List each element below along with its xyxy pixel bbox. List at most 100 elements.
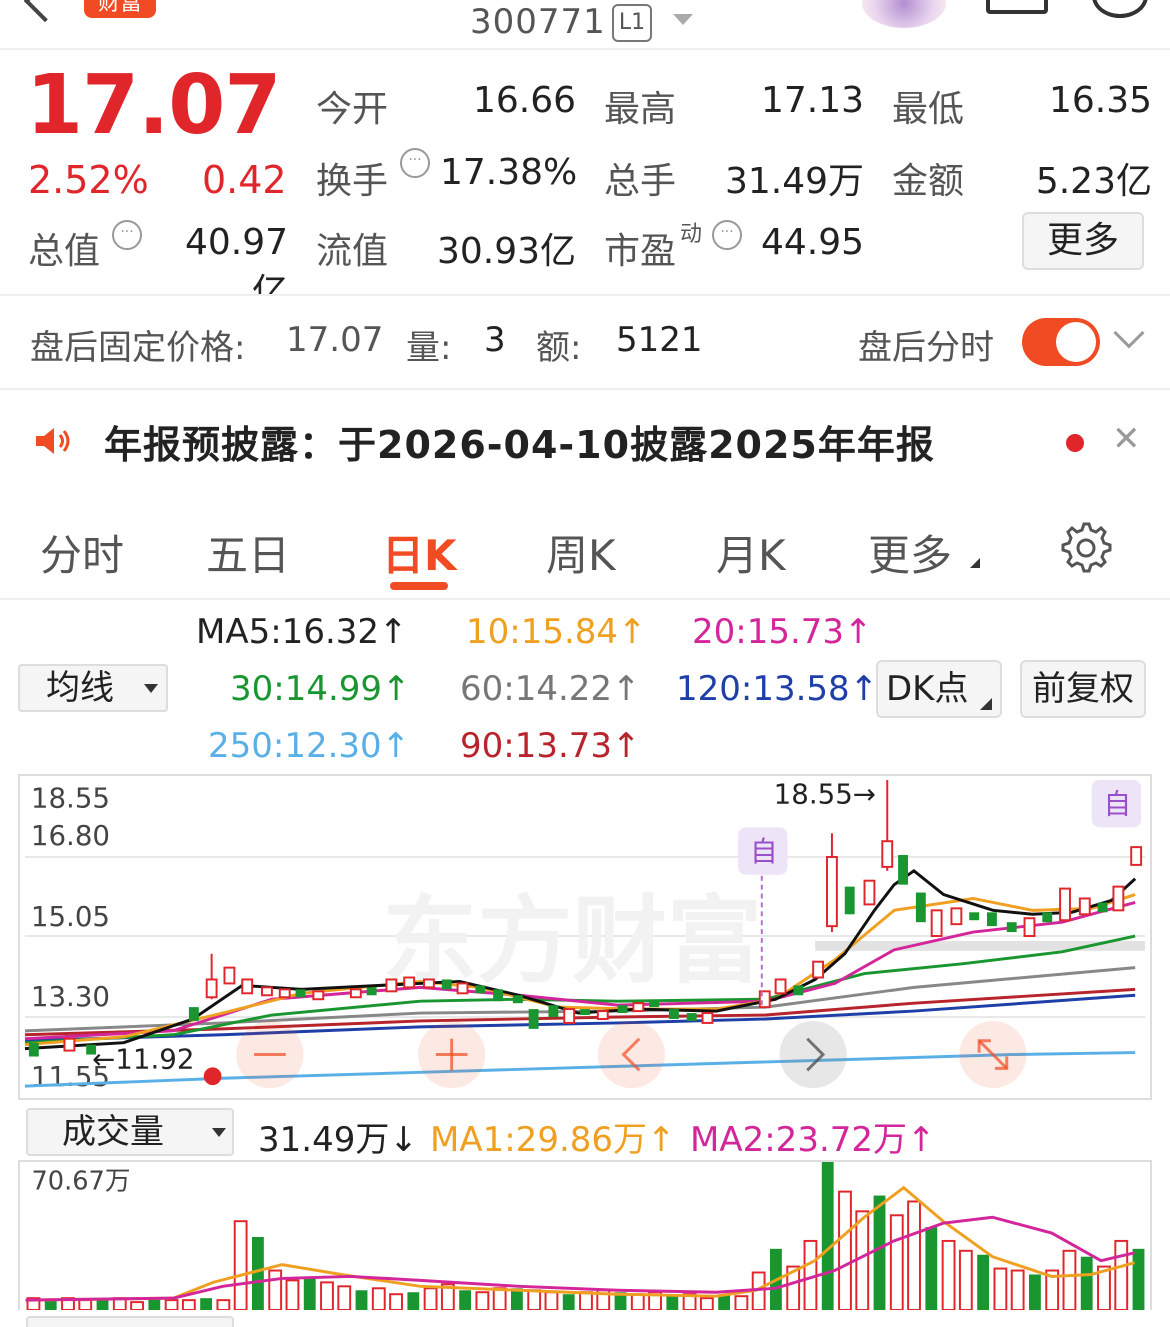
pe-label: 市盈 (604, 231, 677, 272)
dk-point-label: DK点 (886, 669, 969, 709)
fullscreen-button[interactable] (959, 1020, 1027, 1089)
zoom-out-button[interactable] (236, 1020, 304, 1089)
volume-bar (164, 1299, 179, 1310)
corner-icon (980, 698, 992, 710)
volume-bar (821, 1162, 834, 1310)
after-hours-amt: 5121 (616, 320, 703, 360)
ma-legend-item: 120:13.58↑ (676, 669, 879, 709)
toggle-knob (1056, 322, 1096, 362)
volume-bar (1132, 1248, 1145, 1310)
pe-info-icon[interactable]: ··· (712, 220, 742, 250)
after-hours-toggle[interactable] (1022, 318, 1100, 366)
chevron-down-icon[interactable] (673, 14, 693, 25)
stock-code[interactable]: 300771 (470, 2, 606, 42)
volume-bar (666, 1296, 679, 1310)
event-dot[interactable] (203, 1067, 222, 1086)
pe-value: 44.95 (760, 222, 864, 263)
volume-bar (320, 1281, 334, 1310)
after-hours-intraday-label: 盘后分时 (858, 328, 994, 368)
volume-value: 31.49万↓ (258, 1120, 418, 1160)
more-corner-icon (970, 558, 980, 568)
high-label: 最高 (604, 89, 677, 130)
volume-bar (1080, 1256, 1093, 1310)
volume-bar (958, 1249, 973, 1310)
gear-icon[interactable] (1060, 522, 1112, 574)
more-button[interactable]: 更多 (1022, 212, 1144, 270)
y-axis-label: 16.80 (31, 819, 110, 852)
tab-five-day[interactable]: 五日 (206, 522, 290, 583)
chevron-down-icon (212, 1128, 226, 1137)
indicator-select-label: 成交量 (62, 1112, 164, 1152)
volume-bar (579, 1291, 593, 1310)
avatar[interactable] (862, 0, 946, 28)
volume-bar (200, 1298, 213, 1310)
volume-bar (1010, 1269, 1025, 1310)
last-price: 17.07 (26, 58, 281, 153)
open-value: 16.66 (472, 80, 576, 121)
mktcap-info-icon[interactable]: ··· (112, 220, 142, 250)
high-value: 17.13 (760, 80, 864, 121)
watermark: 东方财富 (383, 887, 762, 997)
notice-bar[interactable]: 年报预披露：于2026-04-10披露2025年年报 (0, 390, 1170, 494)
ma-select[interactable]: 均线 (18, 664, 168, 712)
volume-bar (889, 1214, 904, 1310)
adjust-button[interactable]: 前复权 (1020, 660, 1146, 718)
next-indicator-select[interactable] (26, 1316, 234, 1327)
back-icon[interactable] (23, 0, 67, 23)
ma-legend-item: MA5:16.32↑ (196, 612, 408, 652)
ma-legend-item: 10:15.84↑ (466, 612, 647, 652)
volume-bar (977, 1254, 990, 1310)
max-annotation: 18.55→ (774, 778, 876, 811)
chevron-down-icon[interactable] (1113, 317, 1145, 349)
indicator-select[interactable]: 成交量 (26, 1108, 234, 1156)
tab-more[interactable]: 更多 (868, 522, 952, 583)
volume-bar (233, 1220, 248, 1310)
volume-bar (181, 1299, 196, 1310)
volume-bar (78, 1299, 93, 1310)
volume-bar (268, 1269, 283, 1310)
turnover-info-icon[interactable]: ··· (400, 148, 430, 178)
zoom-in-button[interactable] (418, 1020, 486, 1089)
ma-legend-item: 30:14.99↑ (230, 669, 411, 709)
volume-bar (630, 1293, 645, 1310)
kline-chart[interactable]: 东方财富 18.55 16.80 15.05 13.30 11.55 自 自 1… (18, 774, 1152, 1100)
volume-ma2: MA2:23.72万↑ (690, 1120, 936, 1160)
volume-bar (423, 1287, 438, 1310)
float-value: 30.93亿 (436, 231, 576, 272)
close-icon[interactable]: ✕ (1112, 422, 1141, 456)
level-badge: L1 (612, 4, 652, 42)
volume-chart[interactable]: 70.67万 (18, 1160, 1152, 1310)
ma-legend-item: 90:13.73↑ (460, 726, 641, 766)
tab-daily-k[interactable]: 日K (382, 522, 457, 583)
search-icon[interactable] (1092, 0, 1148, 18)
open-label: 今开 (316, 89, 389, 130)
portfolio-icon[interactable] (986, 0, 1048, 14)
volume-bar (925, 1227, 938, 1310)
volume-ma1: MA1:29.86万↑ (430, 1120, 676, 1160)
volume-bar (907, 1200, 921, 1310)
after-hours-row: 盘后固定价格: 17.07 量: 3 额: 5121 盘后分时 (0, 296, 1170, 388)
volume-bar (527, 1289, 542, 1310)
scroll-right-button[interactable] (779, 1020, 847, 1089)
volume-value: 31.49万 (724, 161, 864, 202)
low-label: 最低 (892, 89, 965, 130)
volume-bar (459, 1290, 472, 1310)
tab-intraday[interactable]: 分时 (40, 522, 124, 583)
amount-label: 金额 (892, 161, 965, 202)
dk-point-button[interactable]: DK点 (876, 660, 1002, 718)
float-label: 流值 (316, 231, 389, 272)
scroll-left-button[interactable] (597, 1020, 666, 1089)
ma-legend-item: 20:15.73↑ (692, 612, 873, 652)
tab-monthly-k[interactable]: 月K (716, 522, 786, 583)
volume-bar (1062, 1249, 1077, 1310)
volume-bar (941, 1239, 956, 1310)
volume-bar (337, 1285, 352, 1310)
after-hours-vol-label: 量: (406, 328, 452, 368)
y-axis-label: 13.30 (31, 980, 110, 1013)
after-hours-price-label: 盘后固定价格: (30, 328, 246, 368)
tab-weekly-k[interactable]: 周K (546, 522, 616, 583)
ma-legend-item: 60:14.22↑ (460, 669, 641, 709)
min-annotation: ←11.92 (92, 1042, 194, 1075)
turnover-value: 17.38% (440, 152, 578, 193)
volume-header: 成交量 31.49万↓ MA1:29.86万↑ MA2:23.72万↑ (0, 1104, 1170, 1160)
